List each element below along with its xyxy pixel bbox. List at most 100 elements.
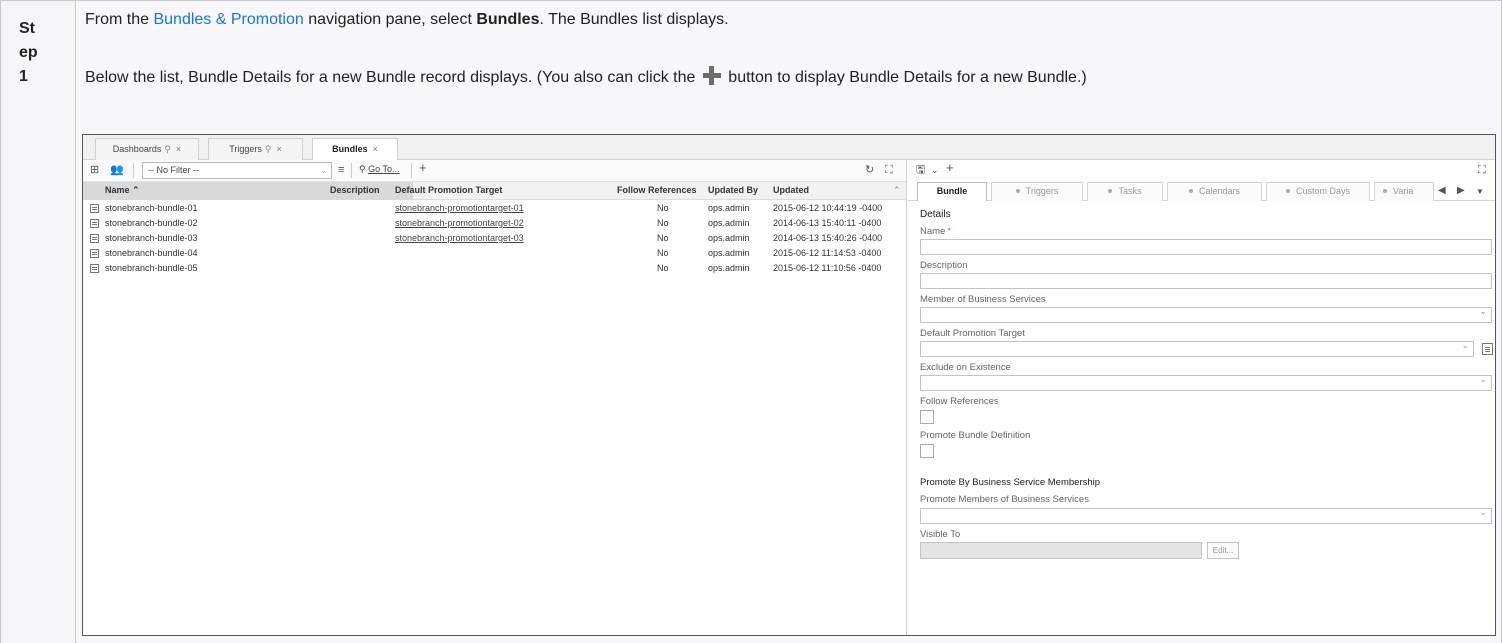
exclude-on-existence-label: Exclude on Existence [920, 362, 1011, 373]
tab-label: Triggers [1025, 186, 1059, 196]
name-field[interactable] [920, 239, 1492, 255]
add-icon[interactable]: + [419, 161, 427, 174]
add-icon[interactable]: + [946, 161, 954, 174]
step-content: From the Bundles & Promotion navigation … [77, 1, 1501, 643]
cell-target-link[interactable]: stonebranch-promotiontarget-01 [395, 203, 524, 213]
exclude-on-existence-select[interactable] [920, 374, 1492, 391]
goto-button[interactable]: ⚲ Go To... [359, 164, 399, 175]
tab-custom-days[interactable]: Custom Days [1266, 182, 1370, 201]
column-header-default-promotion-target[interactable]: Default Promotion Target [395, 185, 502, 195]
cell-target-link[interactable]: stonebranch-promotiontarget-02 [395, 218, 524, 228]
edit-visible-to-button[interactable]: Edit... [1207, 542, 1239, 559]
tab-label: Calendars [1198, 186, 1241, 196]
chevron-down-icon[interactable]: ⌄ [931, 164, 939, 176]
table-row[interactable]: stonebranch-bundle-04 No ops.admin 2015-… [83, 246, 906, 261]
cell-updated-by: ops.admin [708, 218, 750, 228]
step-column: St ep 1 [1, 1, 76, 643]
scroll-up-icon[interactable]: ⌃ [893, 185, 901, 196]
default-promotion-target-select[interactable] [920, 340, 1474, 357]
table-row[interactable]: stonebranch-bundle-02 stonebranch-promot… [83, 216, 906, 231]
record-icon[interactable] [90, 234, 99, 243]
chevron-down-icon: ⌄ [320, 166, 327, 175]
column-header-follow-references[interactable]: Follow References [617, 185, 697, 195]
para1-mid: navigation pane, select [303, 11, 477, 28]
column-header-name[interactable]: Name ⌃ [105, 185, 140, 196]
tab-dashboards[interactable]: Dashboards ⚲ × [95, 138, 199, 160]
pin-icon[interactable]: ⚲ [164, 144, 171, 154]
user-add-icon[interactable]: 👥 [110, 164, 124, 176]
cell-name: stonebranch-bundle-05 [105, 263, 198, 273]
toolbar-divider [411, 163, 412, 178]
dot-icon [1383, 189, 1387, 193]
dot-icon [1015, 189, 1020, 193]
section-membership-heading: Promote By Business Service Membership [920, 477, 1101, 488]
promote-bundle-definition-checkbox[interactable] [920, 444, 934, 458]
tab-triggers[interactable]: Triggers ⚲ × [208, 138, 303, 160]
tab-tasks[interactable]: Tasks [1087, 182, 1163, 201]
record-icon[interactable] [90, 204, 99, 213]
member-business-services-select[interactable] [920, 306, 1492, 323]
cell-follow: No [657, 203, 669, 213]
record-details-icon[interactable] [1482, 343, 1493, 355]
grid-header: Name ⌃ Description Default Promotion Tar… [83, 182, 906, 200]
cell-name: stonebranch-bundle-01 [105, 203, 198, 213]
cell-target-link[interactable]: stonebranch-promotiontarget-03 [395, 233, 524, 243]
table-row[interactable]: stonebranch-bundle-03 stonebranch-promot… [83, 231, 906, 246]
tab-scroll-right-icon[interactable]: ▶ [1457, 185, 1465, 196]
column-header-updated[interactable]: Updated [773, 185, 809, 195]
close-icon[interactable]: × [373, 144, 378, 154]
close-icon[interactable]: × [176, 144, 181, 154]
expand-icon[interactable]: ⛶ [1478, 164, 1486, 176]
record-icon[interactable] [90, 264, 99, 273]
tab-scroll-left-icon[interactable]: ◀ [1438, 185, 1446, 196]
expand-icon[interactable]: ⛶ [885, 164, 893, 176]
dot-icon [1285, 189, 1290, 193]
tab-calendars[interactable]: Calendars [1167, 182, 1262, 201]
record-icon[interactable] [90, 219, 99, 228]
cell-updated: 2015-06-12 11:10:56 -0400 [773, 263, 882, 273]
close-icon[interactable]: × [277, 144, 282, 154]
instruction-paragraph-1: From the Bundles & Promotion navigation … [85, 10, 729, 30]
promote-members-select[interactable] [920, 507, 1492, 524]
default-promotion-target-label: Default Promotion Target [920, 328, 1025, 339]
name-label: Name * [920, 226, 951, 237]
filter-icon[interactable]: ≡ [338, 164, 344, 176]
para1-prefix: From the [85, 11, 154, 28]
tab-triggers[interactable]: Triggers [991, 182, 1083, 201]
cell-updated-by: ops.admin [708, 263, 750, 273]
section-details-heading: Details [920, 209, 951, 220]
table-row[interactable]: stonebranch-bundle-01 stonebranch-promot… [83, 201, 906, 216]
member-business-services-label: Member of Business Services [920, 294, 1046, 305]
tab-menu-icon[interactable]: ▼ [1476, 187, 1484, 196]
column-header-updated-by[interactable]: Updated By [708, 185, 758, 195]
name-label-text: Name [920, 226, 946, 237]
tab-variables[interactable]: Varia [1374, 182, 1434, 201]
tab-bundles[interactable]: Bundles × [312, 138, 398, 161]
top-tab-bar: Dashboards ⚲ × Triggers ⚲ × Bundles × [83, 135, 1495, 161]
pin-icon[interactable]: ⚲ [265, 144, 272, 154]
column-header-description[interactable]: Description [330, 185, 380, 195]
tab-label: Custom Days [1295, 186, 1350, 196]
promote-bundle-definition-label: Promote Bundle Definition [920, 430, 1031, 441]
instruction-table: St ep 1 From the Bundles & Promotion nav… [0, 0, 1502, 643]
bundles-list-pane: ⊞ 👥 -- No Filter -- ⌄ ≡ ⚲ Go To... + ↻ ⛶… [83, 160, 907, 635]
follow-references-checkbox[interactable] [920, 410, 934, 424]
search-icon: ⚲ [359, 164, 366, 174]
table-row[interactable]: stonebranch-bundle-05 No ops.admin 2015-… [83, 261, 906, 276]
cell-updated-by: ops.admin [708, 248, 750, 258]
grid-body: stonebranch-bundle-01 stonebranch-promot… [83, 201, 906, 276]
para1-suffix: . The Bundles list displays. [539, 11, 729, 28]
save-icon[interactable]: 🖫 [916, 164, 925, 176]
goto-label: Go To... [368, 164, 400, 174]
filter-value: -- No Filter -- [148, 165, 199, 175]
cell-updated: 2015-06-12 10:44:19 -0400 [773, 203, 883, 213]
tab-bundle[interactable]: Bundle [917, 182, 987, 201]
record-icon[interactable] [90, 249, 99, 258]
filter-select[interactable]: -- No Filter -- ⌄ [142, 162, 332, 179]
bundles-promotion-link[interactable]: Bundles & Promotion [153, 11, 303, 28]
refresh-icon[interactable]: ↻ [865, 164, 874, 176]
cell-updated: 2014-06-13 15:40:11 -0400 [773, 218, 882, 228]
list-toolbar: ⊞ 👥 -- No Filter -- ⌄ ≡ ⚲ Go To... + ↻ ⛶ [83, 160, 906, 182]
description-field[interactable] [920, 273, 1492, 289]
calendar-add-icon[interactable]: ⊞ [90, 164, 99, 176]
